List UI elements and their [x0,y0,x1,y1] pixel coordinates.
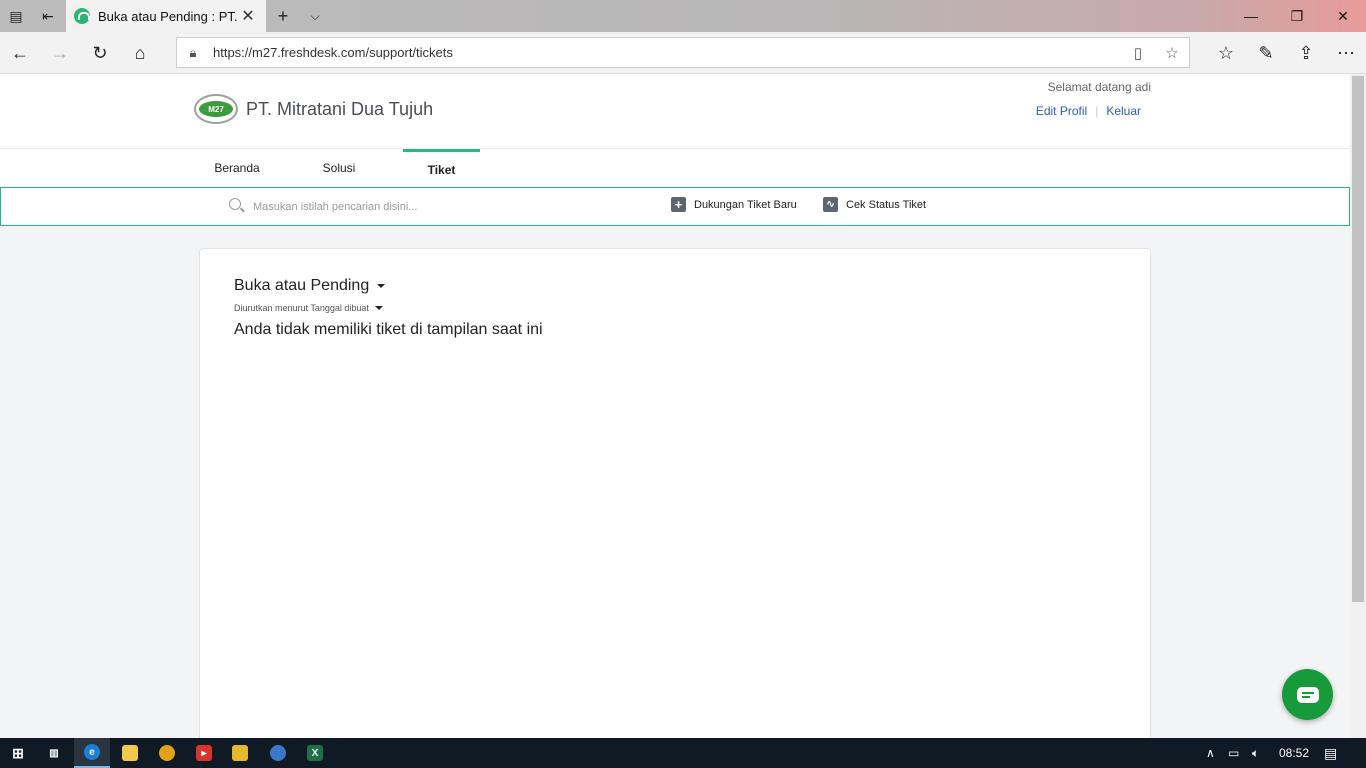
favorites-icon[interactable]: ☆ [1206,32,1246,74]
caret-down-icon [374,306,383,310]
search-icon [229,198,241,210]
search-input[interactable] [253,197,613,217]
logo-mark: M27 [199,101,233,117]
refresh-icon[interactable]: ↻ [80,32,120,74]
chevron-down-icon[interactable]: ⌵ [304,0,326,32]
pen-icon[interactable]: ✎ [1246,32,1286,74]
reading-view-icon[interactable]: ▯ [1121,44,1155,62]
minimize-icon[interactable]: — [1228,0,1274,32]
start-button[interactable]: ⊞ [0,738,36,768]
taskbar-app-red[interactable]: ▸ [186,738,222,768]
tray-chevron-icon[interactable]: ∧ [1206,738,1215,768]
browser-tab-active[interactable]: Buka atau Pending : PT. ✕ [66,0,266,32]
close-icon[interactable]: ✕ [238,6,258,26]
filter-label: Buka atau Pending [234,277,370,294]
chat-widget-button[interactable] [1282,669,1333,720]
company-logo[interactable]: M27 [194,94,238,124]
sort-label: Diurutkan menurut Tanggal dibuat [234,303,369,313]
taskbar-excel[interactable]: X [297,738,333,768]
home-icon[interactable]: ⌂ [120,32,160,74]
freshdesk-favicon-icon [74,8,90,24]
edge-icon: e [84,744,100,760]
volume-icon[interactable]: 🔈︎ [1252,738,1259,768]
set-tabs-aside-icon[interactable]: ⇤ [36,0,60,32]
tab-title: Buka atau Pending : PT. [98,8,238,24]
new-tab-icon[interactable]: + [272,0,294,32]
plus-icon: + [671,197,686,212]
portal-header: M27 PT. Mitratani Dua Tujuh Selamat data… [0,74,1350,149]
empty-tickets-message: Anda tidak memiliki tiket di tampilan sa… [234,321,543,338]
scrollbar-thumb[interactable] [1352,76,1364,602]
new-ticket-label: Dukungan Tiket Baru [694,198,797,211]
taskbar-chrome[interactable] [149,738,185,768]
browser-title-bar: ▤ ⇤ Buka atau Pending : PT. ✕ + ⌵ — ❐ ✕ [0,0,1366,32]
more-icon[interactable]: ⋯ [1326,32,1366,74]
clock[interactable]: 08:52 [1279,738,1309,768]
page-content: M27 PT. Mitratani Dua Tujuh Selamat data… [0,74,1350,738]
restore-icon[interactable]: ❐ [1274,0,1320,32]
tickets-card: Buka atau Pending Diurutkan menurut Tang… [199,248,1151,738]
taskbar-edge[interactable]: e [74,738,110,768]
app-yellow-icon [232,745,248,761]
chat-icon [1296,686,1319,703]
ticket-filter-dropdown[interactable]: Buka atau Pending [234,277,386,295]
tab-beranda[interactable]: Beranda [198,149,276,187]
back-arrow-icon[interactable]: ← [0,32,40,74]
tab-solusi[interactable]: Solusi [300,149,378,187]
excel-icon: X [307,745,323,761]
folder-icon [122,745,138,761]
tab-actions-icon[interactable]: ▤ [4,0,28,32]
notifications-icon[interactable]: ▤ [1324,738,1337,768]
tab-tiket[interactable]: Tiket [403,149,480,187]
welcome-text: Selamat datang adi [1047,80,1151,94]
star-icon[interactable]: ☆ [1155,44,1189,62]
sort-dropdown[interactable]: Diurutkan menurut Tanggal dibuat [234,303,383,313]
company-name[interactable]: PT. Mitratani Dua Tujuh [246,99,433,120]
forward-arrow-icon[interactable]: → [40,32,80,74]
caret-down-icon [377,284,386,288]
search-bar: + Dukungan Tiket Baru ∿ Cek Status Tiket [0,187,1350,226]
windows-taskbar: ⊞ ▥ e ▸ X ∧ ▭ 🔈︎ 08:52 ▤ [0,738,1366,768]
share-icon[interactable]: ⇪ [1286,32,1326,74]
url-text[interactable]: https://m27.freshdesk.com/support/ticket… [209,45,1121,60]
logout-link[interactable]: Keluar [1106,104,1141,118]
task-view-button[interactable]: ▥ [36,738,72,768]
windows-logo-icon: ⊞ [12,744,24,761]
taskbar-app-blue[interactable] [260,738,296,768]
app-red-icon: ▸ [196,745,212,761]
close-window-icon[interactable]: ✕ [1320,0,1366,32]
portal-tabs: Beranda Solusi Tiket [0,149,1350,187]
lock-icon: 🔒︎ [189,44,197,60]
app-blue-icon [270,745,286,761]
taskbar-file-explorer[interactable] [112,738,148,768]
taskbar-app-yellow[interactable] [222,738,258,768]
link-separator: | [1095,104,1099,118]
check-status-button[interactable]: ∿ Cek Status Tiket [823,197,926,212]
browser-navigation-bar: ← → ↻ ⌂ 🔒︎ https://m27.freshdesk.com/sup… [0,32,1366,74]
check-status-label: Cek Status Tiket [846,198,927,211]
new-ticket-button[interactable]: + Dukungan Tiket Baru [671,197,797,212]
user-links: Edit Profil | Keluar [1000,104,1141,118]
address-bar[interactable]: 🔒︎ https://m27.freshdesk.com/support/tic… [176,37,1190,68]
activity-icon: ∿ [823,197,838,212]
page-scrollbar[interactable] [1350,74,1366,738]
network-icon[interactable]: ▭ [1228,738,1239,768]
edit-profile-link[interactable]: Edit Profil [1036,104,1087,118]
task-view-icon: ▥ [49,747,59,759]
chrome-icon [159,745,175,761]
